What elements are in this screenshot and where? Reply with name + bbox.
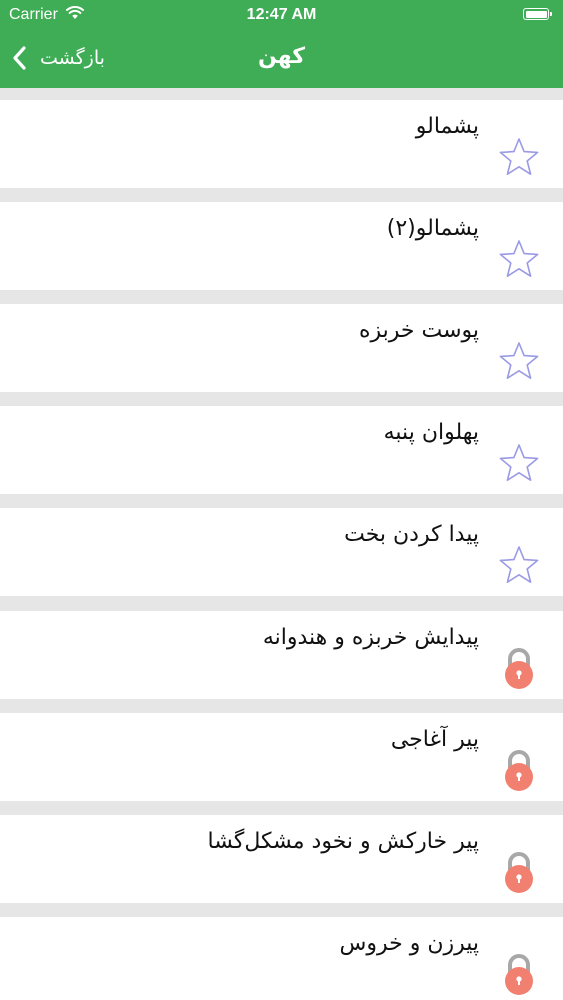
lock-icon (505, 648, 533, 689)
list-item-title: پشمالو(۲) (386, 216, 479, 241)
lock-icon (505, 750, 533, 791)
page-title: کهن (257, 44, 306, 69)
star-icon[interactable] (497, 238, 541, 282)
list-item[interactable]: پهلوان پنبه (0, 406, 563, 494)
list-item-title: پیر خارکش و نخود مشکل‌گشا (207, 829, 479, 854)
status-bar: Carrier 12:47 AM (0, 0, 563, 30)
star-icon[interactable] (497, 340, 541, 384)
lock-icon (505, 852, 533, 893)
list-item[interactable]: پشمالو (0, 100, 563, 188)
list-item[interactable]: پیر خارکش و نخود مشکل‌گشا (0, 815, 563, 903)
list-item[interactable]: پوست خربزه (0, 304, 563, 392)
story-list: پشمالو پشمالو(۲) پوست خربزه پهلوان پنبه پیدا… (0, 88, 563, 1000)
lock-icon (505, 954, 533, 995)
list-item[interactable]: پیرزن و خروس (0, 917, 563, 1000)
list-item-title: پشمالو (415, 114, 479, 139)
header: Carrier 12:47 AM بازگشت کهن (0, 0, 563, 88)
battery-icon (523, 8, 552, 20)
list-item-title: پیدا کردن بخت (344, 522, 479, 547)
list-item-title: پوست خربزه (358, 318, 479, 343)
list-item-title: پیر آغاجی (390, 727, 479, 752)
list-item[interactable]: پیدایش خربزه و هندوانه (0, 611, 563, 699)
star-icon[interactable] (497, 544, 541, 588)
status-time: 12:47 AM (246, 6, 317, 23)
list-item[interactable]: پیر آغاجی (0, 713, 563, 801)
star-icon[interactable] (497, 136, 541, 180)
list-item-title: پهلوان پنبه (383, 420, 479, 445)
list-item[interactable]: پیدا کردن بخت (0, 508, 563, 596)
list-item-title: پیدایش خربزه و هندوانه (262, 625, 479, 650)
list-item[interactable]: پشمالو(۲) (0, 202, 563, 290)
list-item-title: پیرزن و خروس (339, 931, 479, 956)
star-icon[interactable] (497, 442, 541, 486)
nav-bar: بازگشت کهن (0, 30, 563, 88)
